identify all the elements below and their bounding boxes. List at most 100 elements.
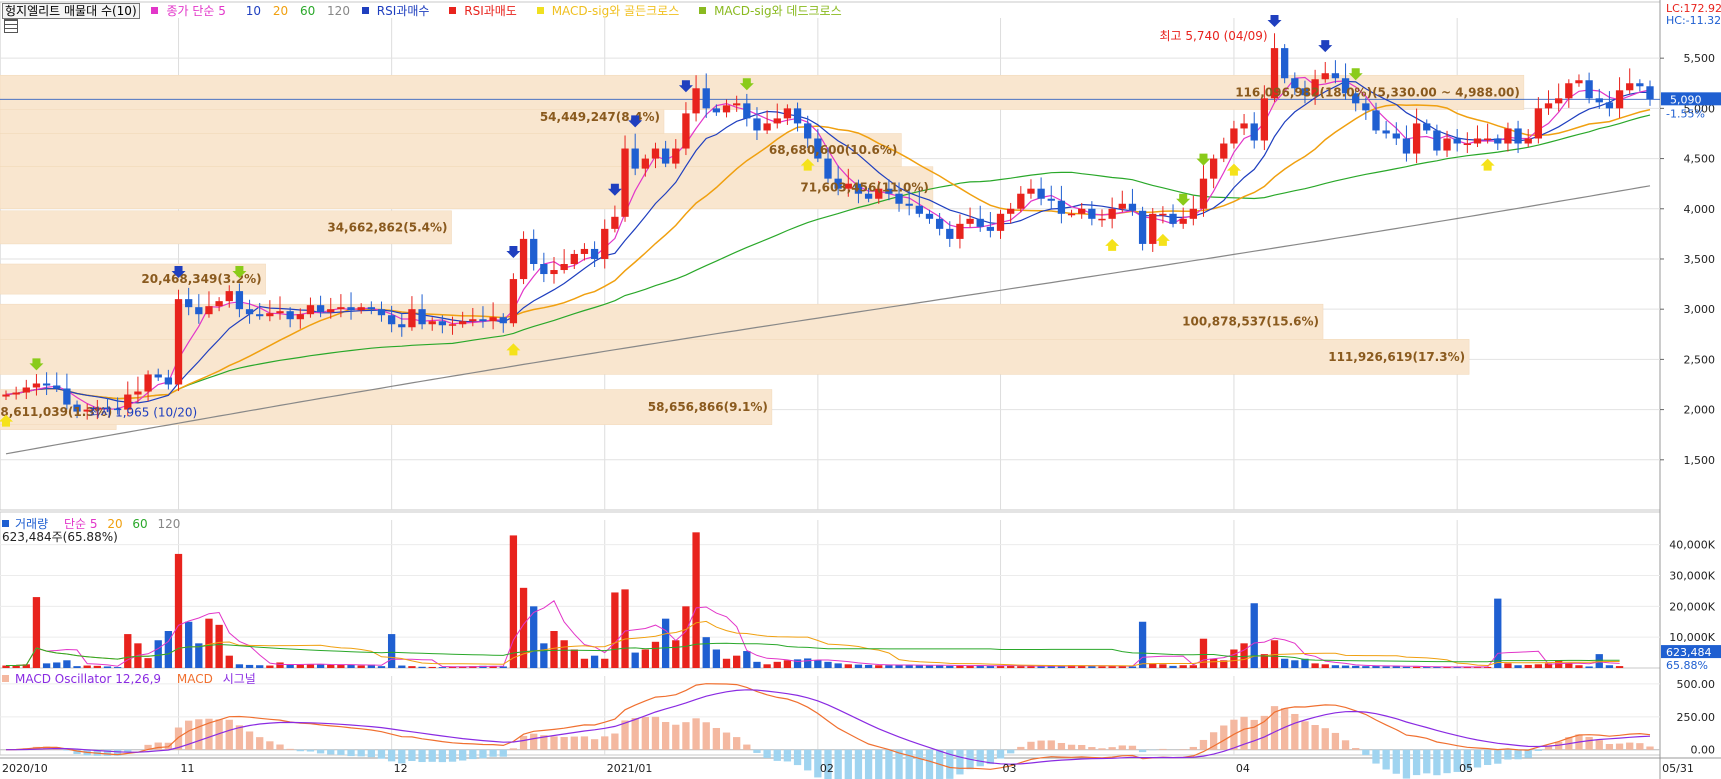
ma120-label[interactable]: 120 (327, 4, 350, 18)
candle-body (1372, 110, 1380, 131)
price-legend: 헝지엘리트 매물대 수(10) 종가 단순 5 10 20 60 120 RSI… (2, 2, 858, 19)
macd-osc-bar (580, 736, 589, 750)
volume-bar (1402, 666, 1411, 668)
volume-profile-label: 20,468,349(3.2%) (141, 272, 261, 286)
candle-body (1524, 138, 1532, 144)
volume-bar (83, 665, 91, 668)
candle-body (195, 307, 203, 315)
x-tick-label: 11 (181, 762, 195, 775)
macd-osc-bar (651, 716, 660, 750)
candle-body (459, 321, 467, 325)
candle-body (1179, 218, 1187, 224)
candle-body (1017, 193, 1025, 209)
macd-osc-bar (925, 749, 934, 779)
x-tick-label: 05 (1459, 762, 1473, 775)
candle-body (1443, 138, 1451, 151)
candle-body (387, 315, 396, 325)
golden-cross-label[interactable]: MACD-sig와 골든크로스 (536, 4, 688, 18)
table-icon[interactable] (4, 19, 18, 33)
candle-body (1412, 123, 1421, 154)
candle-body (1209, 158, 1218, 179)
volume-bar (550, 631, 558, 668)
volume-profile-label: 54,449,247(8.4%) (540, 110, 660, 124)
candle-body (733, 103, 741, 106)
candle-body (469, 319, 477, 322)
rsi-sell-label[interactable]: RSI과매도 (449, 4, 525, 18)
macd-osc-bar (296, 749, 304, 752)
macd-osc-bar (733, 737, 741, 750)
macd-osc-bar (631, 718, 639, 750)
vol-ma60-label[interactable]: 60 (132, 517, 147, 531)
macd-osc-bar (996, 749, 1005, 759)
volume-bar (875, 665, 883, 668)
rsi-buy-label[interactable]: RSI과매수 (361, 4, 438, 18)
candle-body (550, 270, 558, 275)
signal-label[interactable]: 시그널 (223, 672, 256, 686)
candle-body (986, 226, 995, 231)
macd-osc-bar (1311, 725, 1319, 750)
indicator-title[interactable]: 헝지엘리트 매물대 수(10) (2, 3, 140, 19)
golden-cross-text: MACD-sig와 골든크로스 (551, 4, 680, 18)
volume-profile-label: 34,662,862(5.4%) (327, 220, 447, 234)
macd-osc-bar (519, 735, 528, 750)
volume-bar (641, 649, 649, 668)
low-annotation: 최저 1,965 (10/20) (89, 406, 197, 420)
candle-body (1220, 143, 1228, 159)
candle-body (793, 108, 802, 124)
ma20-label[interactable]: 20 (273, 4, 288, 18)
macd-osc-bar (479, 749, 487, 759)
candle-body (12, 392, 20, 395)
candle-body (1321, 73, 1329, 80)
volume-bar (63, 660, 71, 668)
ma60-label[interactable]: 60 (300, 4, 315, 18)
candle-body (1169, 213, 1177, 224)
macd-osc-bar (499, 749, 507, 757)
stock-chart: 2020/10 11 12 2021/01 02 03 04 05 05/31 1,500 2,00… (0, 0, 1721, 779)
macd-osc-bar (1149, 749, 1157, 751)
macd-osc-bar (408, 749, 416, 761)
macd-osc-bar (347, 749, 355, 757)
macd-tick-label: 0.00 (1691, 744, 1716, 757)
macd-osc-bar (621, 720, 629, 750)
volume-bar (611, 592, 619, 668)
vol-ma120-label[interactable]: 120 (158, 517, 181, 531)
macd-osc-bar (661, 721, 670, 750)
volume-bar (661, 618, 670, 668)
macd-osc-bar (834, 749, 842, 779)
candle-body (398, 324, 406, 328)
volume-bar (631, 652, 639, 668)
dead-cross-label[interactable]: MACD-sig와 데드크로스 (699, 4, 850, 18)
macd-osc-bar (885, 749, 893, 779)
ma5-label[interactable]: 종가 단순 5 (151, 4, 233, 18)
candle-body (1514, 128, 1522, 144)
macd-osc-bar (672, 724, 680, 750)
macd-osc-bar (702, 722, 710, 750)
price-tick-label: 2,000 (1684, 404, 1716, 417)
candle-body (611, 216, 619, 229)
volume-bar (864, 664, 873, 668)
candle-body (408, 309, 416, 328)
volume-bar (1585, 666, 1593, 668)
macd-label[interactable]: MACD (177, 672, 213, 686)
macd-osc-label[interactable]: MACD Oscillator 12,26,9 (2, 672, 167, 686)
volume-bar (1250, 603, 1258, 668)
volume-bar (73, 666, 81, 668)
volume-bar (124, 634, 132, 668)
candle-body (32, 383, 41, 388)
volume-bar (1159, 664, 1167, 668)
macd-osc-bar (1402, 749, 1411, 779)
volume-bar (1362, 666, 1370, 668)
volume-bar (824, 661, 832, 668)
candle-body (53, 385, 61, 389)
macd-osc-bar (489, 749, 497, 757)
ma10-label[interactable]: 10 (246, 4, 261, 18)
candle-body (722, 105, 731, 113)
price-tick-label: 3,000 (1684, 303, 1716, 316)
candle-body (682, 113, 690, 149)
volume-profile-label: 68,680,600(10.6%) (769, 143, 898, 157)
candle-body (428, 321, 436, 325)
macd-osc-bar (1321, 728, 1329, 750)
candle-body (1108, 208, 1116, 219)
volume-bar (1199, 638, 1208, 668)
candle-body (1555, 98, 1563, 104)
